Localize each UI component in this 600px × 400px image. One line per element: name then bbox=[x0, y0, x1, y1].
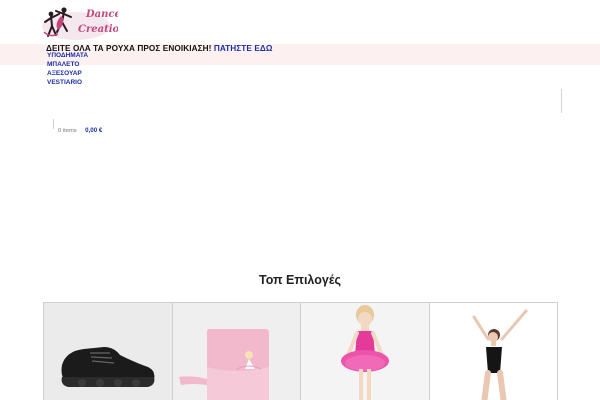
product-card-sneaker[interactable] bbox=[44, 303, 173, 400]
section-title: Τοπ Επιλογές bbox=[259, 273, 341, 287]
mini-cart[interactable]: 0 items 0,00 € bbox=[53, 119, 102, 134]
logo-text-dance: Dance bbox=[85, 9, 118, 20]
page: ΔΕΙΤΕ ΟΛΑ ΤΑ ΡΟΥΧΑ ΠΡΟΣ ΕΝΟΙΚΙΑΣΗ! ΠΑΤΗΣ… bbox=[0, 0, 600, 400]
cart-items-count: 0 items bbox=[58, 128, 77, 134]
logo-text-creations: Creations bbox=[78, 24, 118, 35]
promo-link[interactable]: ΠΑΤΗΣΤΕ ΕΔΩ bbox=[214, 44, 273, 53]
product-card-bag[interactable] bbox=[172, 303, 301, 400]
nav-item-shoes[interactable]: ΥΠΟΔΗΜΑΤΑ bbox=[47, 51, 88, 60]
product-card-tutu[interactable] bbox=[301, 303, 430, 400]
product-grid bbox=[43, 302, 558, 400]
nav-item-vestiario[interactable]: VESTIARIO bbox=[47, 78, 88, 87]
tutu-image bbox=[341, 305, 389, 400]
nav-item-ballet[interactable]: ΜΠΑΛΕΤΟ bbox=[47, 60, 88, 69]
product-card-leotard[interactable] bbox=[429, 303, 558, 400]
leotard-image bbox=[472, 309, 527, 400]
promo-banner: ΔΕΙΤΕ ΟΛΑ ΤΑ ΡΟΥΧΑ ΠΡΟΣ ΕΝΟΙΚΙΑΣΗ! ΠΑΤΗΣ… bbox=[0, 44, 600, 65]
site-logo[interactable]: Dance Creations bbox=[40, 2, 118, 46]
bag-image bbox=[178, 329, 269, 400]
sneaker-image bbox=[61, 347, 155, 387]
cart-total: 0,00 € bbox=[85, 127, 103, 134]
header-divider bbox=[561, 89, 562, 113]
logo-image: Dance Creations bbox=[42, 7, 118, 40]
nav-item-accessories[interactable]: ΑΞΕΣΟΥΑΡ bbox=[47, 69, 88, 78]
main-nav: ΥΠΟΔΗΜΑΤΑ ΜΠΑΛΕΤΟ ΑΞΕΣΟΥΑΡ VESTIARIO bbox=[47, 51, 88, 87]
